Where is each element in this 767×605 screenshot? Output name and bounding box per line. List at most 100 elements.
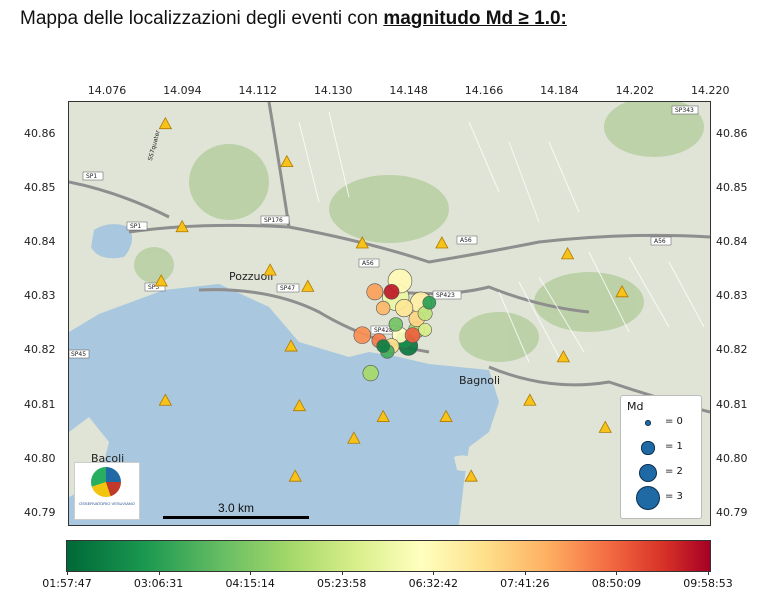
- lat-tick-label-left: 40.80: [24, 451, 56, 465]
- earthquake-event-marker[interactable]: [404, 327, 421, 343]
- legend-size-dot: [638, 463, 658, 483]
- lat-tick-label-left: 40.82: [24, 343, 56, 357]
- legend-size-dot: [645, 420, 651, 426]
- colorbar-tickmark: [708, 571, 709, 575]
- colorbar-tick-label: 03:06:31: [133, 577, 184, 590]
- colorbar-tickmark: [67, 571, 68, 575]
- road-label-sp1-west: SP1: [126, 221, 148, 231]
- svg-text:SP47: SP47: [280, 285, 295, 292]
- colorbar-tick-label: 09:58:53: [683, 577, 733, 590]
- colorbar-tickmark: [433, 571, 435, 575]
- svg-text:SP343: SP343: [675, 107, 694, 114]
- colorbar-tick-label: 04:15:14: [225, 577, 275, 590]
- logo-globe-icon: [91, 467, 121, 497]
- lat-tick-label-left: 40.86: [24, 126, 56, 140]
- svg-text:A56: A56: [460, 237, 472, 244]
- colorbar-tickmark: [341, 571, 343, 575]
- observatory-logo: OSSERVATORIO VESUVIANO: [74, 462, 140, 520]
- time-colorbar: [66, 540, 711, 572]
- colorbar-tick-label: 01:57:47: [42, 577, 92, 590]
- lon-tick-label: 14.076: [87, 84, 127, 97]
- page-title: Mappa delle localizzazioni degli eventi …: [20, 8, 567, 30]
- hill-center: [459, 312, 539, 362]
- colorbar-tick-label: 06:32:42: [408, 577, 458, 590]
- map-frame[interactable]: Pozzuoli Bagnoli Bacoli SP1 SP1 SP176 A5…: [68, 101, 711, 526]
- lat-tick-label-right: 40.84: [716, 235, 748, 248]
- legend-row: = 3: [621, 485, 701, 511]
- lon-tick-label: 14.220: [691, 84, 730, 97]
- magnitude-legend: Md = 0 = 1 = 2 = 3: [620, 395, 702, 519]
- colorbar-tick-label: 05:23:58: [317, 577, 367, 590]
- lat-tick-label-right: 40.81: [716, 397, 748, 411]
- lat-tick-label-right: 40.80: [716, 451, 748, 465]
- colorbar-tickmark: [158, 571, 160, 575]
- lat-tick-label-left: 40.84: [24, 235, 56, 248]
- title-prefix: Mappa delle localizzazioni degli eventi …: [20, 8, 384, 29]
- earthquake-event-marker[interactable]: [422, 295, 437, 310]
- road-label-sp343: SP343: [671, 105, 699, 115]
- lon-tick-label: 14.094: [163, 84, 202, 97]
- lon-tick-label: 14.184: [540, 84, 579, 97]
- hill-east: [534, 272, 644, 332]
- legend-size-dot: [641, 441, 655, 455]
- lat-tick-label-right: 40.82: [716, 343, 748, 357]
- legend-size-label: = 1: [665, 441, 683, 452]
- svg-text:SP1: SP1: [130, 223, 141, 230]
- lat-tick-label-left: 40.79: [24, 506, 56, 520]
- road-label-a56-center: A56: [358, 258, 380, 268]
- legend-size-dot: [635, 485, 661, 511]
- lat-tick-label-right: 40.79: [716, 506, 748, 520]
- place-label-bagnoli: Bagnoli: [459, 374, 500, 387]
- svg-text:SP176: SP176: [264, 217, 283, 224]
- road-label-sp1-north: SP1: [82, 171, 104, 181]
- scale-label: 3.0 km: [217, 501, 254, 515]
- legend-size-label: = 0: [665, 416, 683, 427]
- colorbar-tickmark: [524, 571, 526, 575]
- map-canvas: Pozzuoli Bagnoli Bacoli SP1 SP1 SP176 A5…: [69, 102, 710, 525]
- colorbar-tickmark: [250, 571, 252, 575]
- svg-text:A56: A56: [654, 238, 666, 245]
- scale-line: [163, 516, 309, 519]
- earthquake-event-marker[interactable]: [353, 326, 372, 344]
- svg-text:SP423: SP423: [436, 292, 455, 299]
- earthquake-event-marker[interactable]: [388, 317, 403, 332]
- road-label-sp176: SP176: [260, 215, 290, 225]
- title-bold: magnitudo Md ≥ 1.0:: [383, 8, 567, 29]
- earthquake-event-marker[interactable]: [383, 284, 400, 300]
- lat-tick-label-right: 40.85: [716, 180, 748, 194]
- road-label-sp47: SP47: [276, 283, 300, 293]
- lat-tick-label-right: 40.86: [716, 126, 748, 140]
- earthquake-event-marker[interactable]: [418, 322, 432, 337]
- legend-size-label: = 2: [665, 466, 683, 477]
- legend-row: = 1: [621, 437, 701, 457]
- lat-tick-label-left: 40.81: [24, 397, 56, 411]
- lon-tick-label: 14.130: [313, 84, 353, 97]
- lon-tick-label: 14.202: [615, 84, 655, 97]
- logo-text: OSSERVATORIO VESUVIANO: [79, 501, 135, 506]
- lon-tick-label: 14.166: [464, 84, 504, 97]
- lon-tick-label: 14.112: [238, 84, 278, 97]
- crater-astroni: [189, 144, 269, 220]
- earthquake-event-marker[interactable]: [376, 300, 391, 316]
- road-label-sp45: SP45: [69, 349, 90, 359]
- colorbar-tick-label: 07:41:26: [500, 577, 550, 590]
- earthquake-event-marker[interactable]: [362, 365, 379, 382]
- lon-tick-label: 14.148: [389, 84, 428, 97]
- svg-text:SP45: SP45: [71, 351, 86, 358]
- road-label-sp423: SP423: [432, 290, 462, 300]
- road-label-a56-east2: A56: [650, 236, 672, 246]
- earthquake-event-marker[interactable]: [376, 339, 391, 353]
- earthquake-event-marker[interactable]: [366, 283, 384, 301]
- lago-fusaro: [91, 224, 133, 259]
- colorbar-tick-label: 08:50:09: [591, 577, 642, 590]
- colorbar-tickmark: [616, 571, 618, 575]
- legend-size-label: = 3: [665, 491, 683, 502]
- lat-tick-label-right: 40.83: [716, 289, 748, 303]
- lat-tick-label-left: 40.85: [24, 180, 56, 194]
- lat-tick-label-left: 40.83: [24, 289, 56, 303]
- road-label-a56-east1: A56: [456, 235, 478, 245]
- crater-solfatara: [329, 175, 449, 243]
- crater-nisida-hill: [134, 247, 174, 283]
- svg-text:SP1: SP1: [86, 173, 97, 180]
- svg-text:A56: A56: [362, 260, 374, 267]
